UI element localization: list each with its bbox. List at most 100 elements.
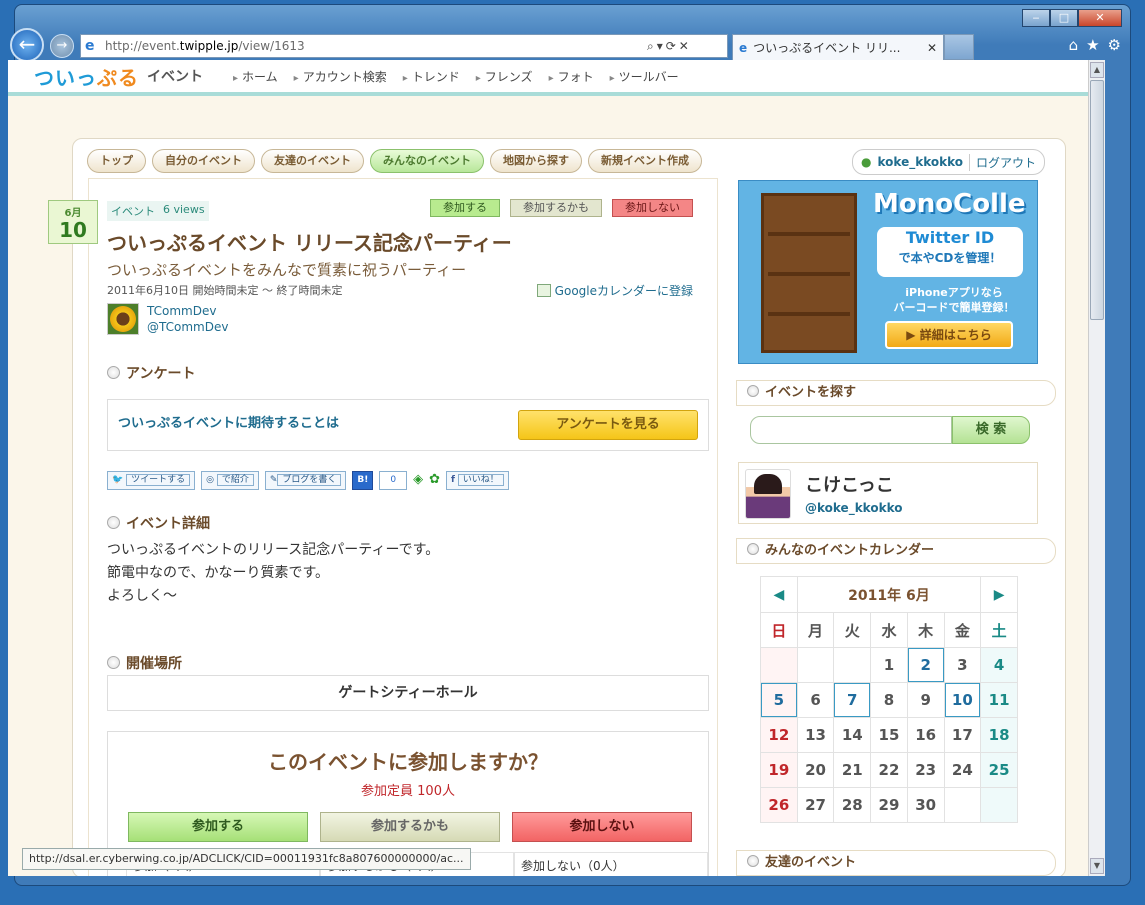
monocolle-ad[interactable]: MonoColle Twitter ID で本やCDを管理！ iPhoneアプリ…	[738, 180, 1038, 364]
nav-trend[interactable]: トレンド	[403, 68, 460, 85]
google-calendar-link[interactable]: Googleカレンダーに登録	[536, 282, 693, 299]
ie-icon: e	[85, 38, 95, 54]
calendar-day	[796, 647, 835, 683]
ie-icon: e	[739, 40, 748, 55]
vertical-scrollbar[interactable]: ▲ ▼	[1088, 60, 1105, 876]
calendar-weekday: 火	[833, 612, 872, 648]
owner-name[interactable]: TCommDev	[147, 303, 228, 319]
facebook-like-button[interactable]: f いいね！	[446, 471, 509, 490]
join-question: このイベントに参加しますか？	[268, 750, 548, 774]
decline-button[interactable]: 参加しない	[512, 812, 692, 842]
search-button[interactable]: 検 索	[952, 416, 1030, 444]
top-nav: ホーム アカウント検索 トレンド フレンズ フォト ツールバー	[233, 68, 679, 85]
event-calendar: ◀ 2011年 6月 ▶ 日月火水木金土 1 2 3 4 5 6 7 8 9 10 11 12 13 14…	[760, 576, 1018, 823]
calendar-day	[833, 647, 872, 683]
calendar-day: 15	[870, 717, 908, 753]
tab-map-search[interactable]: 地図から探す	[490, 149, 582, 173]
calendar-day[interactable]: 10	[943, 682, 982, 718]
site-logo[interactable]: ついっぷる	[34, 62, 139, 91]
share-icon[interactable]: ✿	[429, 471, 440, 490]
maybe-button-small[interactable]: 参加するかも	[510, 199, 602, 217]
close-icon[interactable]: ✕	[1078, 9, 1122, 27]
join-button[interactable]: 参加する	[128, 812, 308, 842]
favorites-icon[interactable]: ★	[1086, 36, 1107, 54]
calendar-day: 1	[870, 647, 908, 683]
event-search-input[interactable]	[750, 416, 952, 444]
event-meta: イベント 6 views	[107, 201, 209, 221]
maybe-button[interactable]: 参加するかも	[320, 812, 500, 842]
home-icon[interactable]: ⌂	[1069, 36, 1087, 54]
tweet-button[interactable]: 🐦 ツイートする	[107, 471, 196, 490]
address-tools-icon[interactable]: ⌕▾⟳✕	[647, 39, 727, 54]
calendar-day[interactable]: 2	[906, 647, 945, 683]
calendar-day: 16	[906, 717, 945, 753]
user-box: ● koke_kkokko ログアウト	[852, 149, 1045, 175]
join-button-small[interactable]: 参加する	[430, 199, 500, 217]
survey-heading: アンケート	[107, 363, 195, 383]
bookshelf-illustration	[761, 193, 857, 353]
nav-friends[interactable]: フレンズ	[476, 68, 533, 85]
nav-toolbar[interactable]: ツールバー	[610, 68, 679, 85]
intro-button[interactable]: ◎ で紹介	[201, 471, 259, 490]
status-bar-url: http://dsal.er.cyberwing.co.jp/ADCLICK/C…	[22, 848, 471, 870]
scroll-up-icon[interactable]: ▲	[1090, 62, 1104, 78]
event-search: 検 索	[750, 416, 1030, 444]
avatar[interactable]	[745, 469, 791, 519]
owner-handle[interactable]: @TCommDev	[147, 319, 228, 335]
forward-button[interactable]: →	[50, 34, 74, 58]
minimize-icon[interactable]: ‒	[1022, 9, 1050, 27]
venue-heading: 開催場所	[107, 653, 182, 673]
close-tab-icon[interactable]: ✕	[927, 41, 937, 55]
view-survey-button[interactable]: アンケートを見る	[518, 410, 698, 440]
browser-tab[interactable]: e ついっぷるイベント リリ... ✕	[732, 34, 944, 60]
ad-headline: Twitter ID で本やCDを管理！	[877, 227, 1023, 277]
tab-my-events[interactable]: 自分のイベント	[152, 149, 255, 173]
scroll-thumb[interactable]	[1090, 80, 1104, 320]
calendar-day: 17	[943, 717, 982, 753]
nav-home[interactable]: ホーム	[233, 68, 278, 85]
back-button[interactable]: ←	[10, 28, 44, 62]
address-url[interactable]: http://event.twipple.jp/view/1613	[105, 39, 647, 53]
google-bookmark-icon[interactable]: ◈	[413, 471, 423, 490]
nav-account-search[interactable]: アカウント検索	[294, 68, 387, 85]
calendar-add-icon	[536, 284, 551, 297]
event-subtitle: ついっぷるイベントをみんなで質素に祝うパーティー	[107, 261, 467, 279]
profile-handle[interactable]: @koke_kkokko	[805, 501, 902, 515]
calendar-day: 13	[796, 717, 835, 753]
calendar-weekday: 木	[906, 612, 945, 648]
logout-link[interactable]: ログアウト	[968, 153, 1036, 171]
user-name-link[interactable]: koke_kkokko	[878, 155, 963, 169]
event-content: イベント 6 views 参加する 参加するかも 参加しない ついっぷるイベント…	[88, 178, 718, 876]
calendar-heading: みんなのイベントカレンダー	[736, 538, 1056, 564]
tab-new-event[interactable]: 新規イベント作成	[588, 149, 702, 173]
decline-button-small[interactable]: 参加しない	[612, 199, 693, 217]
calendar-day: 6	[796, 682, 835, 718]
survey-question-link[interactable]: ついっぷるイベントに期待することは	[118, 412, 339, 431]
calendar-day: 22	[870, 752, 908, 788]
new-tab-button[interactable]	[944, 34, 974, 60]
detail-heading: イベント詳細	[107, 513, 210, 533]
gear-icon[interactable]: ⚙	[1108, 36, 1129, 54]
maximize-icon[interactable]: □	[1050, 9, 1078, 27]
calendar-day: 24	[943, 752, 982, 788]
ad-cta-button[interactable]: ▶ 詳細はこちら	[885, 321, 1013, 349]
browser-tools: ⌂★⚙	[1069, 36, 1129, 54]
tab-friends-events[interactable]: 友達のイベント	[261, 149, 364, 173]
hatena-bookmark-button[interactable]: B!	[352, 471, 374, 490]
scroll-down-icon[interactable]: ▼	[1090, 858, 1104, 874]
tab-top[interactable]: トップ	[87, 149, 146, 173]
calendar-day: 25	[980, 752, 1018, 788]
calendar-day[interactable]: 5	[760, 682, 798, 718]
calendar-day: 12	[760, 717, 798, 753]
profile-display-name[interactable]: こけこっこ	[805, 471, 894, 497]
calendar-day: 19	[760, 752, 798, 788]
nav-photo[interactable]: フォト	[549, 68, 594, 85]
address-bar[interactable]: e http://event.twipple.jp/view/1613 ⌕▾⟳✕	[80, 34, 728, 58]
owner-avatar[interactable]	[107, 303, 139, 335]
tab-everyone-events[interactable]: みんなのイベント	[370, 149, 484, 173]
calendar-prev-icon[interactable]: ◀	[760, 576, 798, 613]
calendar-day[interactable]: 7	[833, 682, 872, 718]
calendar-next-icon[interactable]: ▶	[980, 576, 1018, 613]
calendar-day: 8	[870, 682, 908, 718]
blog-button[interactable]: ✎ ブログを書く	[264, 471, 347, 490]
